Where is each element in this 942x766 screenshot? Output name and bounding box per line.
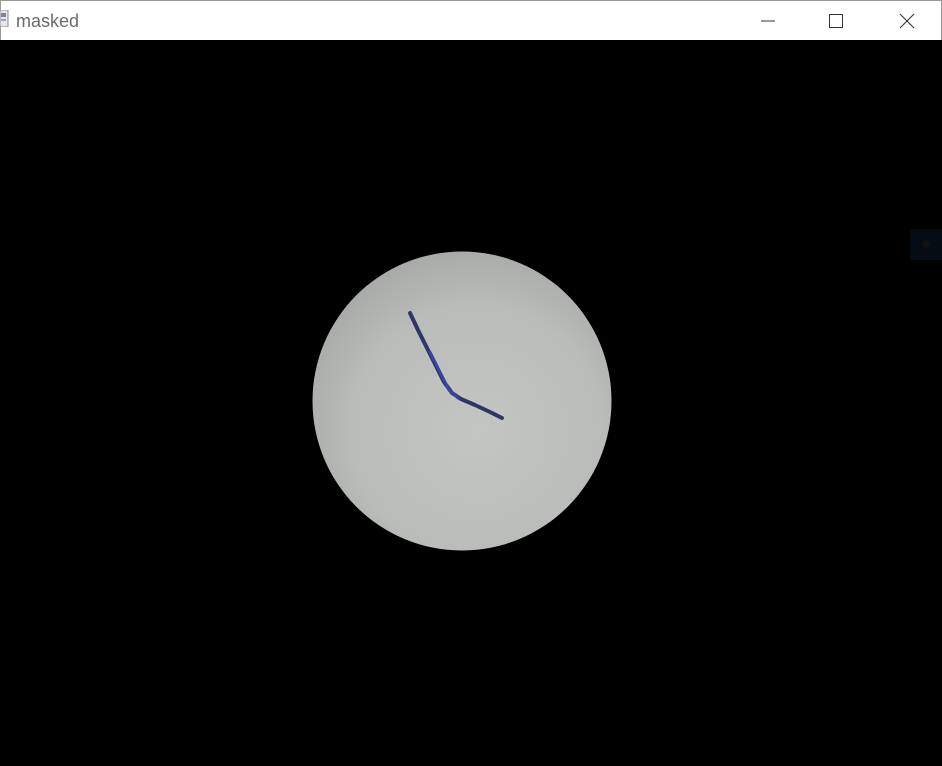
app-window: masked: [0, 0, 942, 761]
marker-dot: [922, 240, 930, 248]
image-canvas: [0, 40, 942, 761]
edge-marker: [910, 229, 942, 260]
window-title: masked: [16, 11, 80, 31]
close-button[interactable]: [884, 1, 930, 40]
close-icon: [899, 13, 915, 28]
masked-image: [312, 251, 612, 551]
maximize-icon: [829, 13, 843, 28]
minimize-button[interactable]: [745, 1, 791, 40]
app-icon: [0, 10, 9, 27]
maximize-button[interactable]: [813, 1, 859, 40]
title-bar[interactable]: masked: [0, 0, 942, 41]
minimize-icon: [761, 20, 775, 21]
